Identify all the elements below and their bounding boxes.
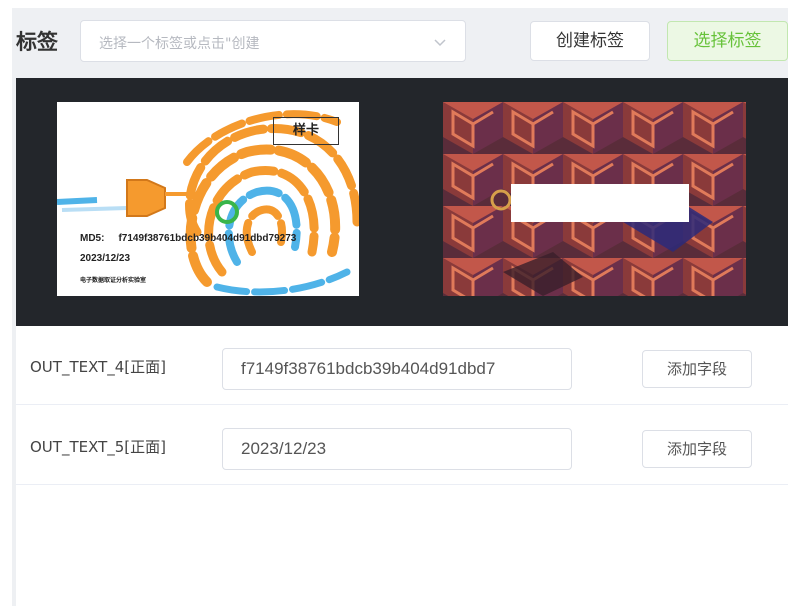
tag-select[interactable]: 选择一个标签或点击"创建 [80,20,466,62]
redaction-box [511,184,689,222]
md5-value: f7149f38761bdcb39b404d91dbd79273 [118,233,297,244]
row-divider [16,404,788,405]
md5-line: MD5: f7149f38761bdcb39b404d91dbd79273 [80,233,296,244]
field-row: OUT_TEXT_4[正面] f7149f38761bdcb39b404d91d… [16,326,788,404]
field-label: OUT_TEXT_4[正面] [30,358,167,376]
field-label: OUT_TEXT_5[正面] [30,438,167,456]
field-value-input[interactable]: 2023/12/23 [222,428,572,470]
add-field-button[interactable]: 添加字段 [642,430,752,468]
front-image[interactable]: 样卡 MD5: f7149f38761bdcb39b404d91dbd79273 … [57,102,359,296]
create-tag-button[interactable]: 创建标签 [530,21,650,61]
choose-tag-button[interactable]: 选择标签 [667,21,788,61]
md5-key: MD5: [80,233,105,244]
tag-select-placeholder: 选择一个标签或点击"创建 [99,36,260,52]
back-image[interactable] [443,102,746,296]
toolbar: 标签 选择一个标签或点击"创建 创建标签 选择标签 [12,8,788,78]
sample-badge: 样卡 [273,117,339,145]
field-value-input[interactable]: f7149f38761bdcb39b404d91dbd7 [222,348,572,390]
card-caption: 电子数据取证分析实验室 [80,277,147,284]
chevron-down-icon [434,39,446,47]
card-date: 2023/12/23 [80,253,131,264]
row-divider [16,484,788,485]
field-list: OUT_TEXT_4[正面] f7149f38761bdcb39b404d91d… [16,326,788,606]
image-preview-area: 样卡 MD5: f7149f38761bdcb39b404d91dbd79273 … [16,78,788,326]
tag-label: 标签 [16,30,58,54]
tag-panel: 标签 选择一个标签或点击"创建 创建标签 选择标签 样卡 MD5: f7149f… [12,8,788,606]
field-row: OUT_TEXT_5[正面] 2023/12/23 添加字段 [16,406,788,484]
add-field-button[interactable]: 添加字段 [642,350,752,388]
